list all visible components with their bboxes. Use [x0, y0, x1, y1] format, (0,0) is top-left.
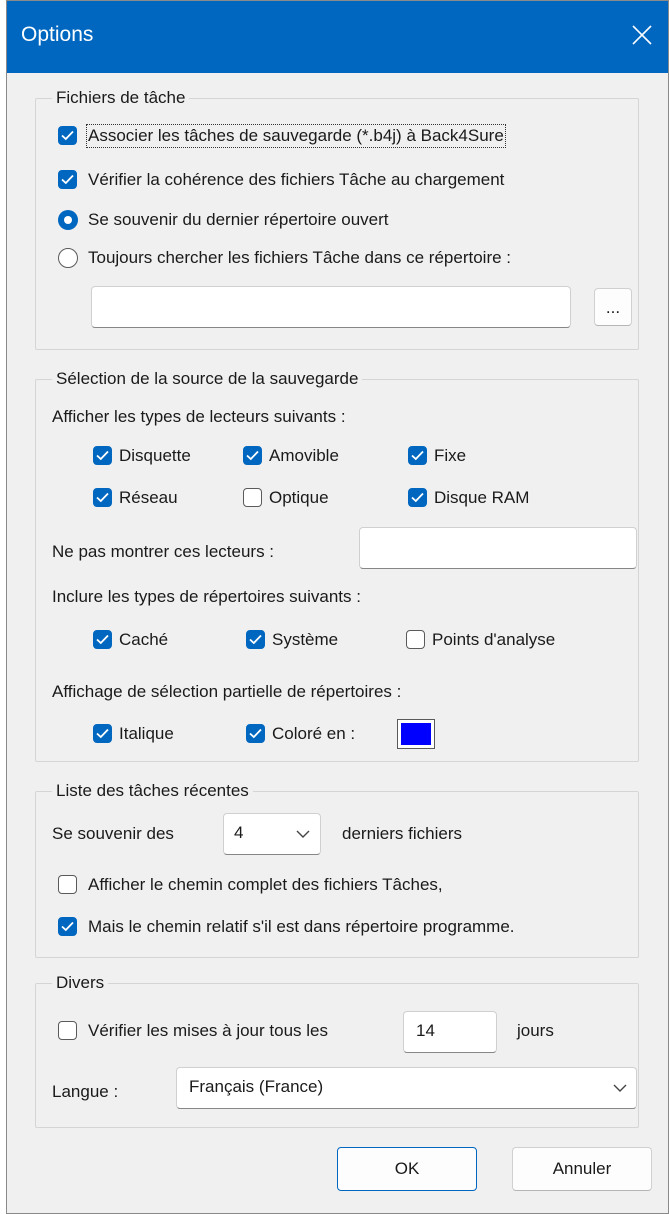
always-dir-label[interactable]: Toujours chercher les fichiers Tâche dan… — [88, 248, 511, 268]
chevron-down-icon — [613, 1084, 627, 1092]
remember-count-suffix: derniers fichiers — [342, 824, 462, 843]
check-icon — [96, 450, 109, 461]
close-icon — [632, 25, 652, 45]
dir-hidden-checkbox[interactable] — [93, 630, 112, 649]
verify-label[interactable]: Vérifier la cohérence des fichiers Tâche… — [88, 170, 504, 190]
relative-path-checkbox[interactable] — [58, 917, 77, 936]
browse-button[interactable]: ... — [594, 288, 632, 326]
check-icon — [96, 728, 109, 739]
check-updates-checkbox[interactable] — [58, 1021, 77, 1040]
italic-label[interactable]: Italique — [119, 724, 174, 744]
drive-floppy-checkbox[interactable] — [93, 446, 112, 465]
drive-ramdisk-label[interactable]: Disque RAM — [434, 488, 529, 508]
italic-checkbox[interactable] — [93, 724, 112, 743]
chevron-down-icon — [296, 830, 310, 838]
check-icon — [96, 492, 109, 503]
close-button[interactable] — [628, 21, 656, 49]
drive-optical-label[interactable]: Optique — [269, 488, 329, 508]
recent-tasks-group-title: Liste des tâches récentes — [52, 781, 253, 801]
associate-label[interactable]: Associer les tâches de sauvegarde (*.b4j… — [86, 124, 506, 148]
check-icon — [411, 492, 424, 503]
check-updates-label[interactable]: Vérifier les mises à jour tous les — [88, 1021, 328, 1041]
full-path-label[interactable]: Afficher le chemin complet des fichiers … — [88, 875, 443, 895]
dir-reparse-label[interactable]: Points d'analyse — [432, 630, 555, 650]
partial-selection-label: Affichage de sélection partielle de répe… — [52, 682, 402, 701]
hide-drives-input[interactable] — [359, 527, 637, 569]
full-path-checkbox[interactable] — [58, 875, 77, 894]
language-label: Langue : — [52, 1082, 119, 1101]
check-icon — [96, 634, 109, 645]
drive-network-label[interactable]: Réseau — [119, 488, 178, 508]
remember-dir-radio[interactable] — [58, 210, 78, 230]
language-select[interactable]: Français (France) — [176, 1067, 637, 1109]
update-days-input[interactable]: 14 — [403, 1011, 497, 1053]
drive-types-label: Afficher les types de lecteurs suivants … — [52, 407, 346, 426]
recent-tasks-group: Liste des tâches récentes Se souvenir de… — [35, 781, 639, 958]
drive-fixed-label[interactable]: Fixe — [434, 446, 466, 466]
drive-network-checkbox[interactable] — [93, 488, 112, 507]
verify-checkbox[interactable] — [58, 170, 77, 189]
task-dir-input[interactable] — [91, 286, 571, 328]
drive-removable-label[interactable]: Amovible — [269, 446, 339, 466]
dir-reparse-checkbox[interactable] — [406, 630, 425, 649]
remember-count-prefix: Se souvenir des — [52, 824, 174, 843]
window-title: Options — [21, 23, 94, 46]
associate-checkbox[interactable] — [58, 126, 77, 145]
check-icon — [246, 450, 259, 461]
dir-system-checkbox[interactable] — [246, 630, 265, 649]
options-dialog: Options Fichiers de tâche Associer les t… — [6, 0, 669, 1214]
ok-button[interactable]: OK — [337, 1147, 477, 1191]
colored-checkbox[interactable] — [246, 724, 265, 743]
relative-path-label[interactable]: Mais le chemin relatif s'il est dans rép… — [88, 917, 515, 937]
misc-group: Divers Vérifier les mises à jour tous le… — [35, 973, 639, 1128]
drive-optical-checkbox[interactable] — [243, 488, 262, 507]
check-icon — [61, 921, 74, 932]
drive-ramdisk-checkbox[interactable] — [408, 488, 427, 507]
task-files-group: Fichiers de tâche Associer les tâches de… — [35, 88, 639, 350]
check-icon — [61, 130, 74, 141]
cancel-button[interactable]: Annuler — [512, 1147, 652, 1191]
language-value: Français (France) — [189, 1077, 324, 1096]
drive-floppy-label[interactable]: Disquette — [119, 446, 191, 466]
dir-types-label: Inclure les types de répertoires suivant… — [52, 587, 361, 606]
source-selection-group: Sélection de la source de la sauvegarde … — [35, 369, 639, 762]
title-bar[interactable]: Options — [7, 1, 668, 73]
check-icon — [249, 634, 262, 645]
colored-label[interactable]: Coloré en : — [272, 724, 355, 744]
check-icon — [249, 728, 262, 739]
check-icon — [61, 174, 74, 185]
remember-dir-label[interactable]: Se souvenir du dernier répertoire ouvert — [88, 210, 389, 230]
recent-count-combo[interactable]: 4 — [223, 813, 321, 855]
task-files-group-title: Fichiers de tâche — [52, 88, 190, 108]
drive-removable-checkbox[interactable] — [243, 446, 262, 465]
hide-drives-label: Ne pas montrer ces lecteurs : — [52, 542, 275, 561]
dir-hidden-label[interactable]: Caché — [119, 630, 168, 650]
misc-group-title: Divers — [52, 973, 109, 993]
source-selection-group-title: Sélection de la source de la sauvegarde — [52, 369, 363, 389]
dir-system-label[interactable]: Système — [272, 630, 338, 650]
always-dir-radio[interactable] — [58, 248, 78, 268]
color-swatch — [401, 723, 431, 745]
recent-count-value: 4 — [234, 823, 244, 842]
drive-fixed-checkbox[interactable] — [408, 446, 427, 465]
update-days-suffix: jours — [517, 1021, 554, 1040]
check-icon — [411, 450, 424, 461]
color-picker-button[interactable] — [397, 719, 435, 749]
